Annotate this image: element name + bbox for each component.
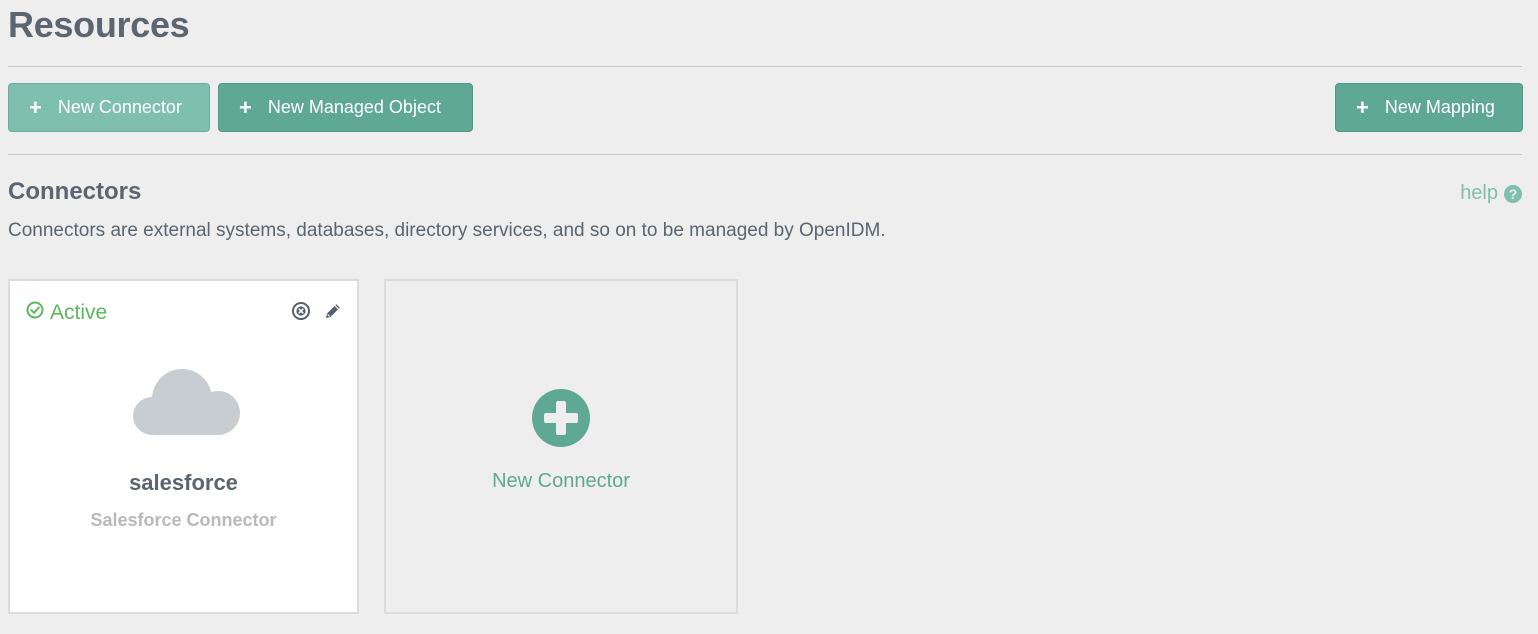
new-connector-card[interactable]: New Connector (384, 279, 738, 614)
new-connector-card-label: New Connector (492, 470, 630, 492)
status-badge: Active (26, 301, 107, 325)
plus-icon: + (29, 94, 42, 120)
card-actions (279, 301, 343, 321)
plus-circle-icon (532, 389, 590, 452)
help-link[interactable]: help ? (1460, 182, 1522, 205)
connector-card[interactable]: Active salesforce Salesforce Connector (8, 279, 359, 614)
plus-icon: + (1356, 94, 1369, 120)
new-connector-button[interactable]: + New Connector (8, 83, 210, 132)
connector-name: salesforce (129, 470, 238, 495)
section-title: Connectors (8, 178, 142, 205)
new-mapping-button[interactable]: + New Mapping (1335, 83, 1523, 132)
divider-top (8, 66, 1522, 67)
connector-type: Salesforce Connector (90, 510, 277, 530)
check-circle-icon (26, 301, 44, 325)
question-circle-icon: ? (1504, 184, 1522, 203)
cloud-icon (128, 363, 242, 444)
page-title: Resources (8, 4, 190, 45)
divider-bottom (8, 154, 1522, 155)
new-connector-button-label: New Connector (57, 97, 182, 117)
status-label: Active (50, 301, 108, 324)
help-link-label: help (1460, 182, 1498, 204)
plus-icon: + (239, 94, 252, 120)
edit-pencil-icon[interactable] (323, 301, 343, 321)
new-managed-object-button[interactable]: + New Managed Object (218, 83, 473, 132)
new-managed-object-button-label: New Managed Object (267, 97, 441, 117)
delete-icon[interactable] (291, 301, 311, 321)
section-description: Connectors are external systems, databas… (8, 220, 886, 241)
new-mapping-button-label: New Mapping (1384, 97, 1495, 117)
